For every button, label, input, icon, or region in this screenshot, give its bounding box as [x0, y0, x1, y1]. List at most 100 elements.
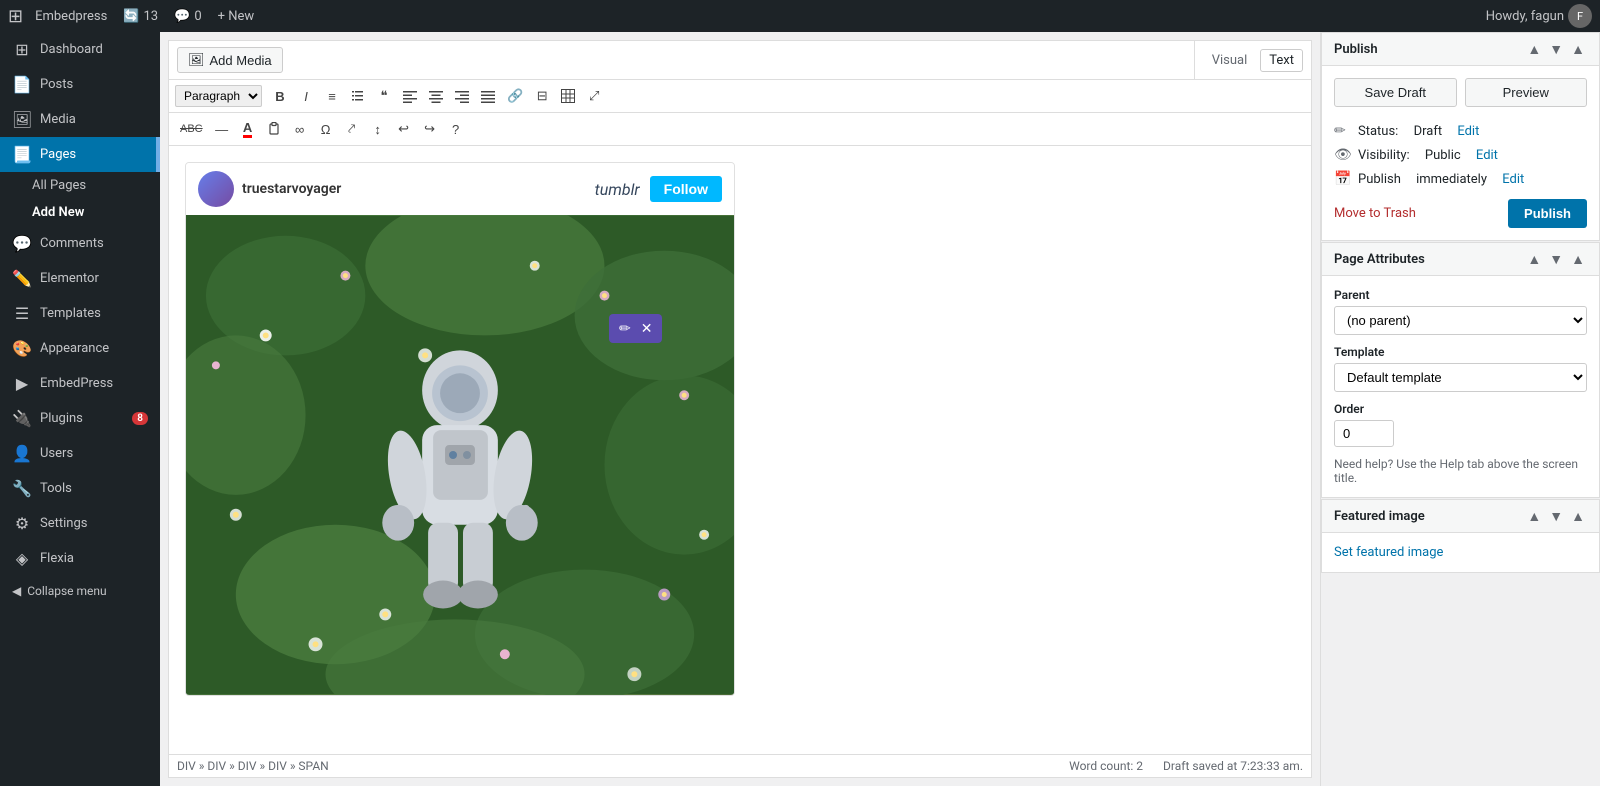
- page-attrs-toggle[interactable]: ▼: [1547, 251, 1565, 267]
- outdent-button[interactable]: ⤤: [340, 117, 364, 141]
- page-attrs-collapse-up[interactable]: ▲: [1525, 251, 1543, 267]
- italic-button[interactable]: I: [294, 84, 318, 108]
- text-tab-label: Text: [1269, 53, 1294, 68]
- all-pages-label: All Pages: [32, 178, 86, 193]
- horizontal-rule-button[interactable]: —: [210, 117, 234, 141]
- save-draft-button[interactable]: Save Draft: [1334, 78, 1457, 107]
- order-input[interactable]: [1334, 420, 1394, 447]
- preview-button[interactable]: Preview: [1465, 78, 1588, 107]
- sidebar-item-label: Elementor: [40, 271, 99, 286]
- featured-img-minimize[interactable]: ▲: [1569, 508, 1587, 524]
- embed-container: truestarvoyager tumblr Follow: [169, 146, 1311, 712]
- ordered-list-button[interactable]: [346, 84, 370, 108]
- sidebar-subitem-all-pages[interactable]: All Pages: [0, 172, 160, 199]
- sidebar-item-settings[interactable]: ⚙ Settings: [0, 506, 160, 541]
- adminbar-comments[interactable]: 💬 0: [166, 0, 210, 32]
- embed-close-button[interactable]: ✕: [637, 318, 657, 339]
- adminbar-new[interactable]: + New: [210, 0, 263, 32]
- justify-button[interactable]: [476, 84, 500, 108]
- embed-edit-button[interactable]: ✏: [615, 318, 635, 339]
- set-featured-image-link[interactable]: Set featured image: [1334, 545, 1443, 560]
- align-right-button[interactable]: [450, 84, 474, 108]
- align-center-button[interactable]: [424, 84, 448, 108]
- draft-saved-status: Draft saved at 7:23:33 am.: [1163, 759, 1303, 773]
- sidebar-item-comments[interactable]: 💬 Comments: [0, 226, 160, 261]
- tab-visual[interactable]: Visual: [1203, 49, 1257, 72]
- parent-select[interactable]: (no parent): [1334, 306, 1587, 335]
- media-icon: 🖼: [12, 110, 32, 129]
- adminbar-updates[interactable]: 🔄 13: [115, 0, 166, 32]
- add-media-button[interactable]: 🖼 Add Media: [177, 47, 283, 73]
- panel-toggle-button[interactable]: ▼: [1547, 41, 1565, 57]
- follow-button[interactable]: Follow: [650, 176, 722, 202]
- sidebar-item-label: Tools: [40, 481, 72, 496]
- comments-icon: 💬: [12, 234, 32, 253]
- sidebar-item-templates[interactable]: ☰ Templates: [0, 296, 160, 331]
- sidebar-item-posts[interactable]: 📄 Posts: [0, 67, 160, 102]
- plugins-icon: 🔌: [12, 409, 32, 428]
- featured-image-panel: Featured image ▲ ▼ ▲ Set featured image: [1321, 499, 1600, 573]
- publish-button[interactable]: Publish: [1508, 199, 1587, 228]
- editor-body[interactable]: ✏ ✕ truestarvoyager: [168, 145, 1312, 755]
- paragraph-select[interactable]: Paragraph: [175, 85, 262, 107]
- blockquote-button[interactable]: ❝: [372, 84, 396, 108]
- help-button[interactable]: ?: [444, 117, 468, 141]
- featured-image-title: Featured image: [1334, 509, 1425, 524]
- clear-formatting-button[interactable]: ∞: [288, 117, 312, 141]
- sidebar-item-pages[interactable]: 📃 Pages: [0, 137, 160, 172]
- sidebar-subitem-add-new[interactable]: Add New: [0, 199, 160, 226]
- sidebar-item-dashboard[interactable]: ⊞ Dashboard: [0, 32, 160, 67]
- sidebar-item-appearance[interactable]: 🎨 Appearance: [0, 331, 160, 366]
- sidebar-item-embedpress[interactable]: ▶ EmbedPress: [0, 366, 160, 401]
- more-button[interactable]: ⊟: [530, 84, 554, 108]
- featured-img-collapse-up[interactable]: ▲: [1525, 508, 1543, 524]
- indent-button[interactable]: ↕: [366, 117, 390, 141]
- fullscreen-button[interactable]: ⤢: [582, 84, 606, 108]
- tumblr-username: truestarvoyager: [242, 181, 341, 197]
- right-sidebar: Publish ▲ ▼ ▲ Save Draft Preview ✏ Statu…: [1320, 32, 1600, 786]
- content-area: 🖼 Add Media Visual Text Paragraph: [160, 32, 1320, 786]
- page-attrs-minimize[interactable]: ▲: [1569, 251, 1587, 267]
- table-button[interactable]: [556, 84, 580, 108]
- elementor-icon: ✏️: [12, 269, 32, 288]
- status-bar: DIV » DIV » DIV » DIV » SPAN Word count:…: [168, 755, 1312, 778]
- sidebar-item-plugins[interactable]: 🔌 Plugins 8: [0, 401, 160, 436]
- sidebar-item-tools[interactable]: 🔧 Tools: [0, 471, 160, 506]
- align-left-button[interactable]: [398, 84, 422, 108]
- featured-img-toggle[interactable]: ▼: [1547, 508, 1565, 524]
- collapse-menu[interactable]: ◀ Collapse menu: [0, 576, 160, 606]
- strikethrough-button[interactable]: ABC: [175, 117, 208, 141]
- tools-icon: 🔧: [12, 479, 32, 498]
- sidebar-item-media[interactable]: 🖼 Media: [0, 102, 160, 137]
- bold-button[interactable]: B: [268, 84, 292, 108]
- admin-bar: ⊞ Embedpress 🔄 13 💬 0 + New Howdy, fagun…: [0, 0, 1600, 32]
- publish-timing-edit-link[interactable]: Edit: [1502, 172, 1524, 187]
- adminbar-site-name[interactable]: Embedpress: [27, 0, 115, 32]
- wp-logo-icon[interactable]: ⊞: [8, 6, 23, 27]
- text-color-button[interactable]: A: [236, 117, 260, 141]
- special-chars-button[interactable]: Ω: [314, 117, 338, 141]
- unordered-list-button[interactable]: ≡: [320, 84, 344, 108]
- featured-image-controls: ▲ ▼ ▲: [1525, 508, 1587, 524]
- status-edit-link[interactable]: Edit: [1457, 124, 1479, 139]
- panel-minimize-button[interactable]: ▲: [1569, 41, 1587, 57]
- posts-icon: 📄: [12, 75, 32, 94]
- panel-collapse-up-button[interactable]: ▲: [1525, 41, 1543, 57]
- template-select[interactable]: Default template: [1334, 363, 1587, 392]
- publish-actions: Save Draft Preview: [1334, 78, 1587, 107]
- sidebar-item-users[interactable]: 👤 Users: [0, 436, 160, 471]
- visibility-edit-link[interactable]: Edit: [1476, 148, 1498, 163]
- breadcrumb: DIV » DIV » DIV » DIV » SPAN: [177, 759, 329, 773]
- move-to-trash-link[interactable]: Move to Trash: [1334, 206, 1416, 221]
- tab-text[interactable]: Text: [1260, 49, 1303, 72]
- redo-button[interactable]: ↪: [418, 117, 442, 141]
- undo-button[interactable]: ↩: [392, 117, 416, 141]
- link-button[interactable]: 🔗: [502, 84, 528, 108]
- sidebar-item-elementor[interactable]: ✏️ Elementor: [0, 261, 160, 296]
- publish-panel-controls: ▲ ▼ ▲: [1525, 41, 1587, 57]
- sidebar-item-flexia[interactable]: ◈ Flexia: [0, 541, 160, 576]
- add-media-label: Add Media: [210, 53, 272, 68]
- new-label: + New: [218, 9, 255, 24]
- paste-special-button[interactable]: [262, 117, 286, 141]
- avatar[interactable]: F: [1568, 4, 1592, 28]
